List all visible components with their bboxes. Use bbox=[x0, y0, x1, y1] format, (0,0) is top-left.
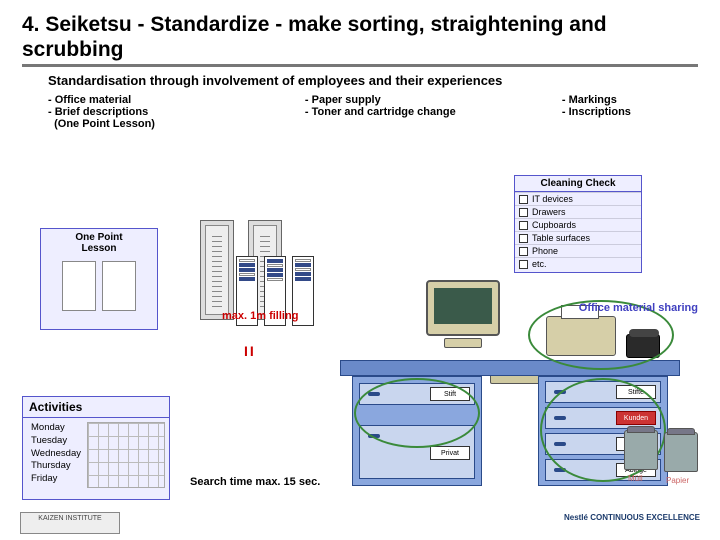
activities-panel: Activities Monday Tuesday Wednesday Thur… bbox=[22, 396, 170, 500]
slide: 4. Seiketsu - Standardize - make sorting… bbox=[0, 0, 720, 540]
activities-days: Monday Tuesday Wednesday Thursday Friday bbox=[27, 422, 81, 488]
callout-share: Office material sharing bbox=[579, 302, 698, 314]
drawer-tag: Privat bbox=[430, 446, 470, 460]
callout-filling: max. 1m filling bbox=[222, 310, 298, 322]
checkbox-icon bbox=[519, 260, 528, 269]
checkbox-icon bbox=[519, 247, 528, 256]
nestle-logo: Nestlé CONTINUOUS EXCELLENCE bbox=[550, 512, 700, 534]
monitor-icon bbox=[420, 280, 506, 354]
activities-grid bbox=[87, 422, 165, 488]
activities-header: Activities bbox=[23, 397, 169, 418]
checkbox-icon bbox=[519, 208, 528, 217]
slide-title: 4. Seiketsu - Standardize - make sorting… bbox=[22, 12, 698, 67]
cabinet-center-mark: II bbox=[244, 343, 256, 359]
cleaning-check-panel: Cleaning Check IT devices Drawers Cupboa… bbox=[514, 175, 642, 273]
bullet-columns: - Office material - Brief descriptions (… bbox=[48, 94, 698, 130]
one-point-panel: One Point Lesson bbox=[40, 228, 158, 330]
cleaning-header: Cleaning Check bbox=[515, 176, 641, 192]
one-point-label: One Point Lesson bbox=[41, 229, 157, 257]
sheet-icon bbox=[62, 261, 96, 311]
sheet-icon bbox=[102, 261, 136, 311]
callout-search: Search time max. 15 sec. bbox=[190, 476, 320, 488]
slide-subtitle: Standardisation through involvement of e… bbox=[48, 73, 698, 88]
checkbox-icon bbox=[519, 221, 528, 230]
bin-mull: Müll bbox=[624, 430, 666, 480]
cabinet-left bbox=[200, 220, 234, 320]
kaizen-logo: KAIZEN INSTITUTE bbox=[20, 512, 120, 534]
highlight-circle bbox=[354, 378, 480, 448]
checkbox-icon bbox=[519, 234, 528, 243]
bin-papier: Papier bbox=[664, 432, 706, 482]
col-right: - Markings - Inscriptions bbox=[562, 94, 698, 130]
checkbox-icon bbox=[519, 195, 528, 204]
col-mid: - Paper supply - Toner and cartridge cha… bbox=[305, 94, 532, 130]
footer: KAIZEN INSTITUTE Nestlé CONTINUOUS EXCEL… bbox=[20, 506, 700, 534]
col-left: - Office material - Brief descriptions (… bbox=[48, 94, 275, 130]
